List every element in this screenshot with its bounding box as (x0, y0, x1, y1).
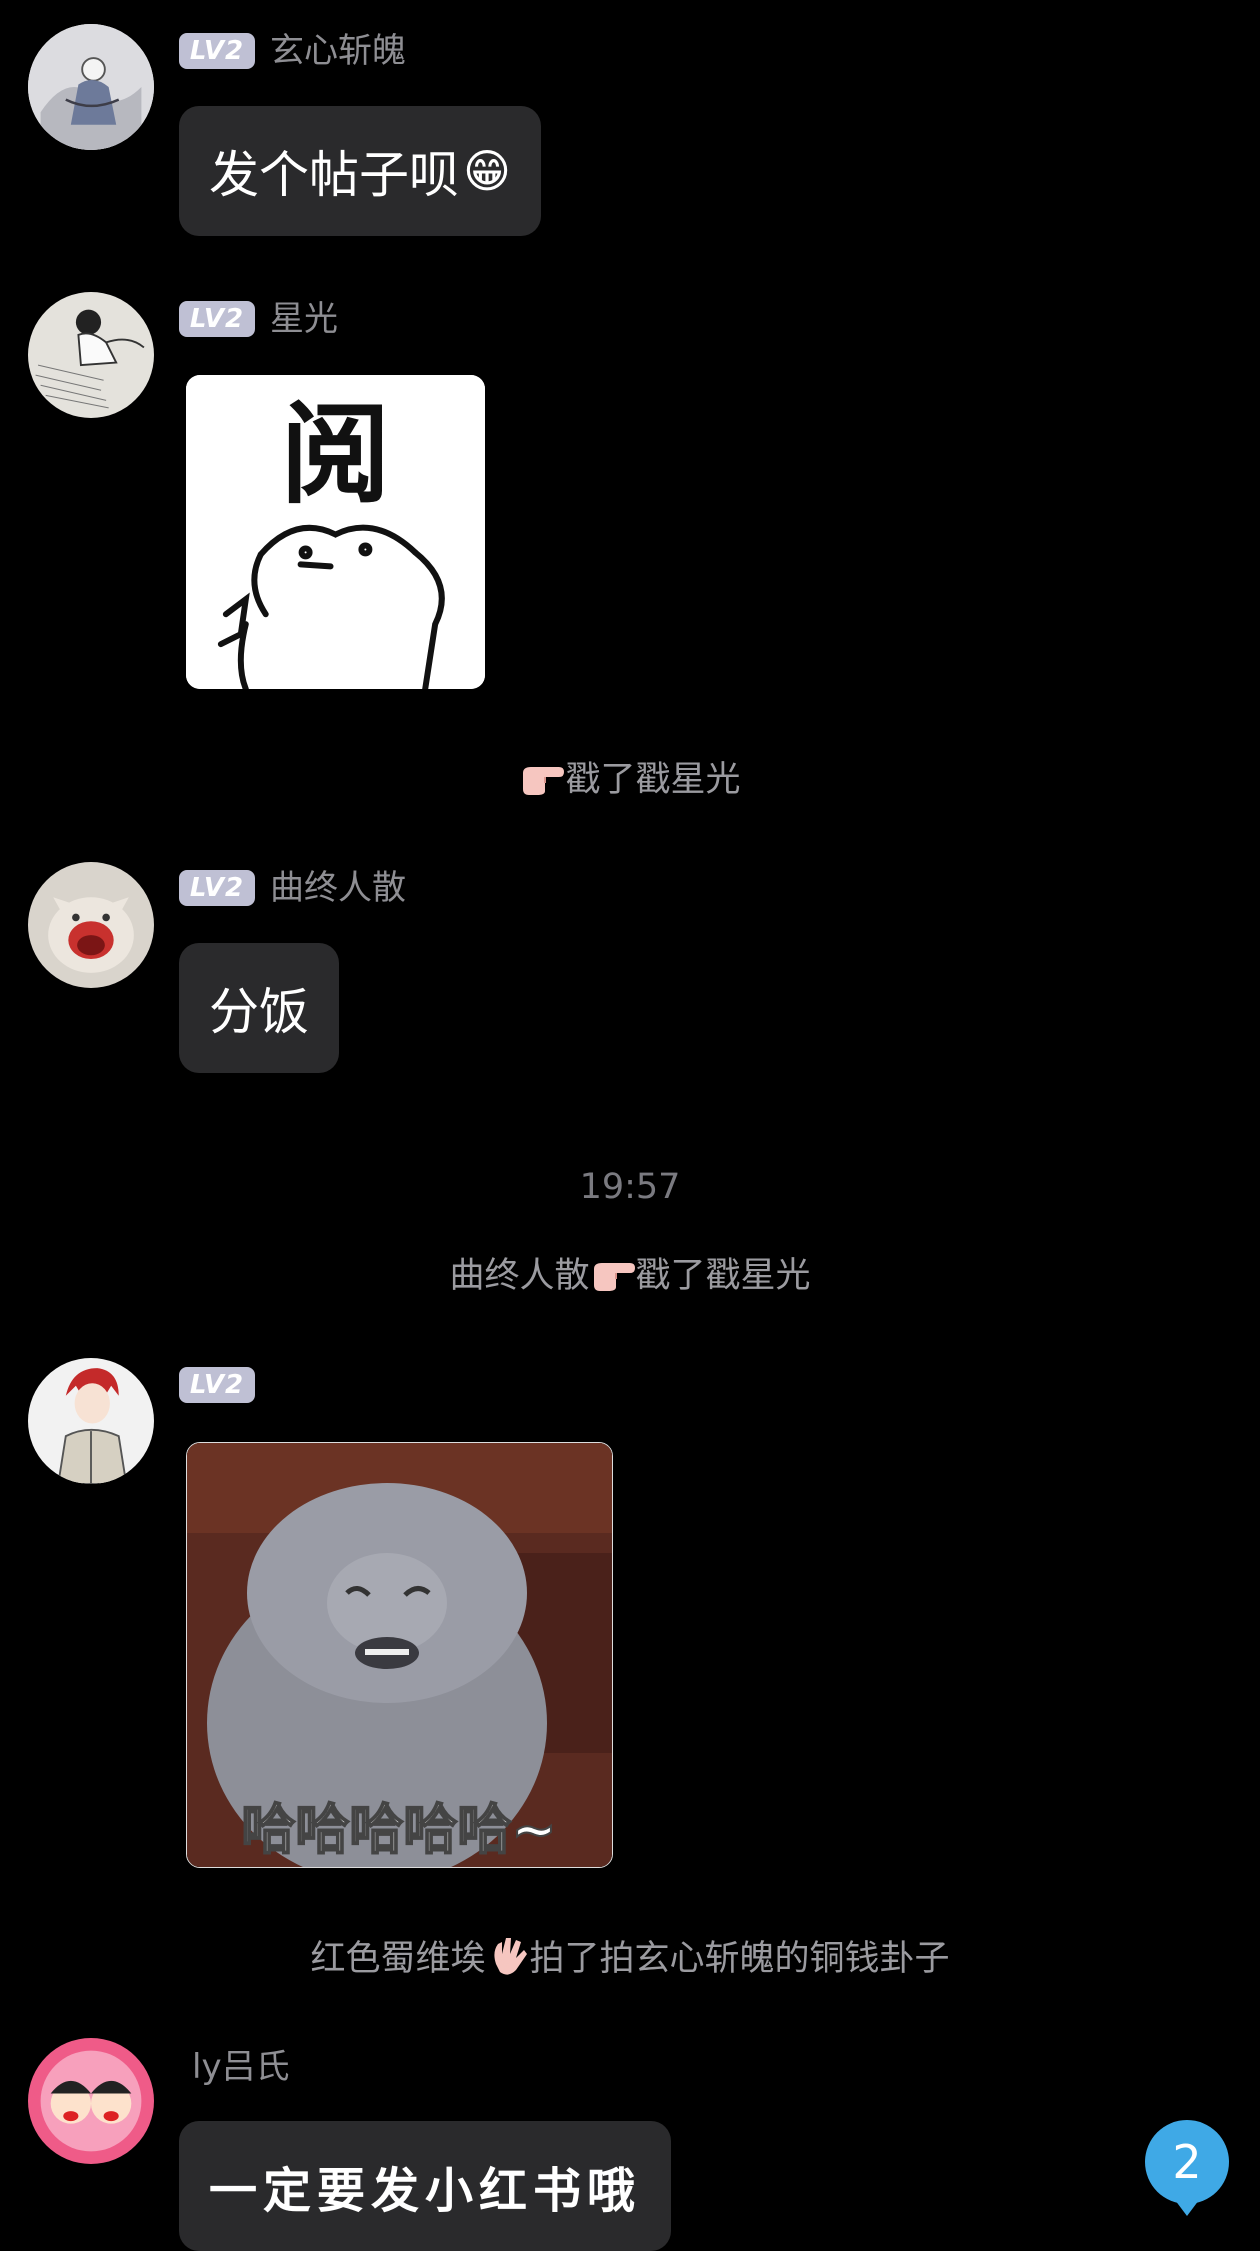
level-badge: LV2 (179, 33, 255, 69)
message-bubble[interactable]: 分饭 (179, 943, 339, 1073)
grinning-emoji-icon: 😁 (463, 144, 511, 198)
avatar-xingguang[interactable] (28, 292, 154, 418)
message-bubble[interactable]: 一定要发小红书哦 (179, 2121, 672, 2251)
system-notice-text: 戳了戳星光 (565, 760, 741, 800)
sender-name[interactable]: 星光 (270, 299, 338, 339)
pointing-hand-icon (519, 763, 565, 797)
sticker-image-frog[interactable]: 阅 (186, 375, 485, 689)
message-text: 分饭 (209, 983, 309, 1041)
avatar-xuanxin[interactable] (28, 24, 154, 150)
message-bubble[interactable]: 发个帖子呗 😁 (179, 106, 541, 236)
system-notice-poke: 曲终人散 戳了戳星光 (0, 1254, 1260, 1298)
pointing-hand-icon (590, 1259, 636, 1293)
sticker-caption: 哈哈哈哈哈~ (241, 1798, 556, 1861)
sender-name[interactable]: 曲终人散 (270, 868, 406, 908)
avatar-lvshi[interactable] (28, 2038, 154, 2164)
avatar-quzhong[interactable] (28, 862, 154, 988)
system-notice-poke: 戳了戳星光 (0, 758, 1260, 802)
level-badge: LV2 (179, 1367, 255, 1403)
avatar-red-hair[interactable] (28, 1358, 154, 1484)
system-notice-text: 拍了拍玄心斩魄的铜钱卦子 (529, 1939, 950, 1979)
sticker-image-cat[interactable]: 哈哈哈哈哈~ (186, 1442, 613, 1868)
sticker-caption: 阅 (281, 391, 391, 519)
system-notice-actor[interactable]: 红色蜀维埃 (310, 1939, 485, 1979)
system-notice-text: 戳了戳星光 (635, 1256, 811, 1296)
unread-count-badge[interactable]: 2 (1145, 2120, 1229, 2216)
sender-name[interactable]: ly吕氏 (192, 2047, 290, 2087)
level-badge: LV2 (179, 301, 255, 337)
system-notice-actor[interactable]: 曲终人散 (449, 1256, 589, 1296)
message-text: 一定要发小红书哦 (209, 2163, 642, 2219)
sender-name[interactable]: 玄心斩魄 (270, 31, 406, 71)
waving-hand-icon (486, 1934, 530, 1978)
message-text: 发个帖子呗 (209, 146, 459, 204)
timestamp: 19:57 (579, 1167, 681, 1207)
level-badge: LV2 (179, 870, 255, 906)
system-notice-pat: 红色蜀维埃 拍了拍玄心斩魄的铜钱卦子 (0, 1934, 1260, 1981)
